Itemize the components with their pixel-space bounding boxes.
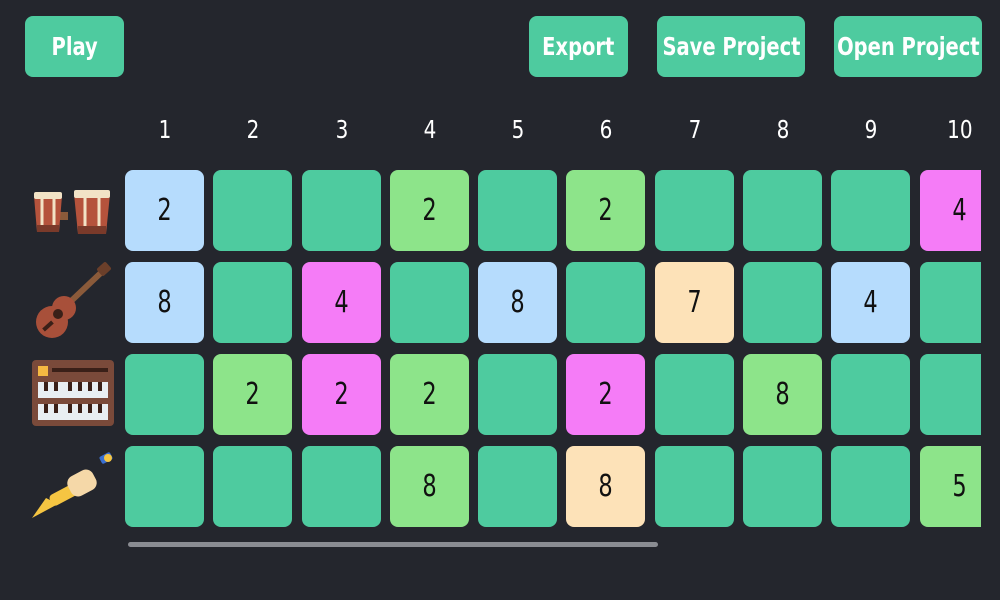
grid-cell[interactable]: 2 [390,170,469,251]
cell-value: 4 [334,285,349,320]
grid-cell[interactable] [920,262,981,343]
column-number-6: 6 [599,115,612,144]
grid-cell[interactable] [831,170,910,251]
grid-cell[interactable] [125,354,204,435]
ukulele-icon[interactable] [28,262,118,342]
column-number-1: 1 [158,115,171,144]
scrollbar-thumb[interactable] [128,542,658,547]
grid-cell[interactable] [831,446,910,527]
grid-cell[interactable]: 4 [302,262,381,343]
cell-value: 2 [422,193,437,228]
horizontal-scrollbar[interactable] [128,542,978,548]
column-number-5: 5 [511,115,524,144]
grid-cell[interactable] [566,262,645,343]
grid-cell[interactable]: 2 [302,354,381,435]
cell-value: 7 [687,285,702,320]
grid-cell[interactable]: 8 [390,446,469,527]
cell-value: 8 [422,469,437,504]
cell-value: 2 [598,377,613,412]
column-number-4: 4 [423,115,436,144]
grid-cell[interactable] [478,170,557,251]
cell-value: 2 [245,377,260,412]
cell-value: 8 [157,285,172,320]
column-number-7: 7 [688,115,701,144]
grid-cell[interactable] [743,446,822,527]
grid-cell[interactable]: 7 [655,262,734,343]
column-number-2: 2 [246,115,259,144]
cell-value: 2 [598,193,613,228]
bongo-drums-icon[interactable] [28,170,118,250]
column-number-9: 9 [864,115,877,144]
grid-cell[interactable]: 2 [213,354,292,435]
grid-cell[interactable] [743,170,822,251]
grid-cell[interactable] [655,446,734,527]
cell-value: 4 [863,285,878,320]
grid-cell[interactable] [213,262,292,343]
grid-cell[interactable]: 8 [743,354,822,435]
grid-cell[interactable]: 2 [566,170,645,251]
grid-cell[interactable] [743,262,822,343]
grid-cell[interactable]: 8 [566,446,645,527]
grid-cell[interactable] [302,170,381,251]
save-project-button[interactable]: Save Project [657,16,805,77]
grid-cell[interactable] [478,446,557,527]
cell-value: 4 [952,193,967,228]
column-number-8: 8 [776,115,789,144]
cell-value: 2 [157,193,172,228]
grid-cell[interactable] [125,446,204,527]
grid-cell[interactable] [390,262,469,343]
cell-value: 8 [598,469,613,504]
sequencer-grid: 2 2 2 4 8 4 8 7 4 2 2 2 2 8 8 8 5 [0,0,981,600]
grid-cell[interactable]: 5 [920,446,981,527]
grid-cell[interactable]: 4 [920,170,981,251]
trumpet-icon[interactable] [28,446,118,526]
cell-value: 8 [510,285,525,320]
grid-cell[interactable] [302,446,381,527]
grid-cell[interactable]: 8 [478,262,557,343]
cell-value: 2 [422,377,437,412]
export-button[interactable]: Export [529,16,628,77]
grid-cell[interactable]: 4 [831,262,910,343]
grid-cell[interactable] [655,354,734,435]
keyboard-synth-icon[interactable] [28,354,118,434]
cell-value: 8 [775,377,790,412]
cell-value: 5 [952,469,967,504]
grid-cell[interactable]: 2 [125,170,204,251]
grid-cell[interactable] [213,170,292,251]
grid-cell[interactable] [831,354,910,435]
grid-cell[interactable]: 8 [125,262,204,343]
grid-cell[interactable] [655,170,734,251]
column-number-3: 3 [335,115,348,144]
grid-cell[interactable] [920,354,981,435]
column-number-10: 10 [946,115,973,144]
grid-cell[interactable] [213,446,292,527]
open-project-button[interactable]: Open Project [834,16,982,77]
grid-cell[interactable]: 2 [390,354,469,435]
grid-cell[interactable] [478,354,557,435]
play-button[interactable]: Play [25,16,124,77]
grid-cell[interactable]: 2 [566,354,645,435]
cell-value: 2 [334,377,349,412]
